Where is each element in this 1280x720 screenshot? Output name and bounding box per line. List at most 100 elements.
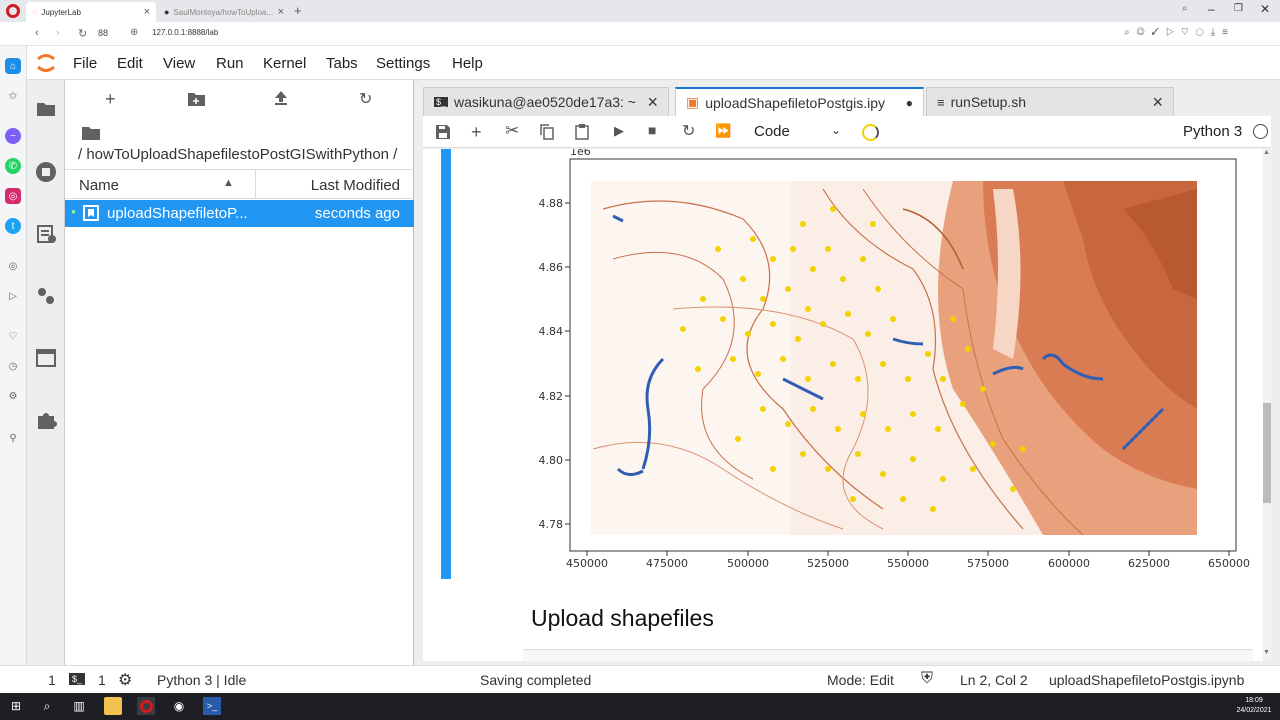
scrollbar[interactable]: ▲ ▼ [1263,149,1271,661]
mode-indicator[interactable]: Mode: Edit [827,672,894,688]
close-tab-icon[interactable]: × [144,6,150,18]
forward-icon[interactable]: › [56,27,60,39]
powershell-icon[interactable]: >_ [203,697,221,715]
new-folder-icon[interactable] [188,92,205,106]
copy-icon[interactable] [540,124,554,140]
kernel-gear-icon[interactable]: ⚙ [118,670,132,690]
paste-icon[interactable] [575,123,589,140]
search-tabs-icon[interactable]: ⌕ [1182,3,1188,14]
scrollbar-up-icon[interactable]: ▲ [1263,149,1270,156]
tab-terminal[interactable]: $_ wasikuna@ae0520de17a3: ~ × [423,87,669,116]
search-icon[interactable]: ⌕ [38,697,56,715]
url-field[interactable]: 127.0.0.1:8888/lab [152,28,218,37]
run-icon[interactable]: ▶ [614,123,624,139]
status-filename[interactable]: uploadShapefiletoPostgis.ipynb [1049,672,1244,688]
upload-icon[interactable] [274,90,288,106]
cut-icon[interactable]: ✂ [505,121,519,141]
opera-logo-icon[interactable] [6,4,20,18]
scrollbar-down-icon[interactable]: ▼ [1263,649,1270,656]
menu-tabs[interactable]: Tabs [326,55,358,72]
main-dock-panel: $_ wasikuna@ae0520de17a3: ~ × ▣ uploadSh… [414,80,1280,665]
close-tab-icon[interactable]: × [278,6,284,18]
home-folder-icon[interactable] [82,126,100,140]
browser-tab-github[interactable]: ● SaulMontoya/howToUploa... × [158,2,290,22]
speed-dial-icon[interactable]: ✩ [5,88,21,104]
browser-tab-jupyterlab[interactable]: ◌ JupyterLab × [26,2,156,22]
opera-sidebar: ⌂ ✩ ~ ✆ ◎ t ◎ ▷ ♡ ◷ ⚙ ⚲ ⋯ [0,46,27,692]
task-view-icon[interactable]: ▥ [70,697,88,715]
chevron-down-icon[interactable]: ⌄ [831,123,841,137]
terminal-count[interactable]: 1 [48,672,56,688]
x-tick-label: 525000 [807,557,849,570]
location-icon[interactable]: ⚲ [5,430,21,446]
next-cell[interactable] [523,649,1253,661]
send-icon[interactable]: ▷ [5,288,21,304]
terminal-icon: $_ [434,97,449,107]
minimize-button[interactable]: – [1208,2,1215,16]
save-icon[interactable] [436,125,450,139]
bookmarks-icon[interactable]: ♡ [5,328,21,344]
active-cell-indicator[interactable] [441,149,451,579]
menu-settings[interactable]: Settings [376,55,430,72]
terminal-status-icon[interactable]: $_ [69,673,86,685]
file-explorer-icon[interactable] [104,697,122,715]
messenger-icon[interactable]: ~ [5,128,21,144]
unsaved-dot-icon[interactable]: ● [906,96,913,110]
menu-edit[interactable]: Edit [117,55,143,72]
property-inspector-icon[interactable] [35,285,57,307]
tab-notebook[interactable]: ▣ uploadShapefiletoPostgis.ipy ● [675,87,924,116]
jupyter-logo-icon [37,54,55,72]
extensions-icons[interactable]: ⌕◎✓▷♡⬡⤓≡ [1124,27,1235,38]
windows-start-icon[interactable]: ⊞ [7,697,25,715]
close-tab-icon[interactable]: × [1152,92,1163,113]
scrollbar-thumb[interactable] [1263,403,1271,503]
column-name-header[interactable]: Name [79,177,119,194]
reload-icon[interactable]: ↻ [78,27,87,40]
extensions-icon[interactable] [35,409,57,431]
stop-icon[interactable]: ■ [648,122,656,138]
tabs-icon[interactable] [35,347,57,369]
x-tick-label: 475000 [646,557,688,570]
column-modified-header[interactable]: Last Modified [311,177,400,194]
obs-icon[interactable]: ◉ [170,697,188,715]
cursor-position[interactable]: Ln 2, Col 2 [960,672,1028,688]
breadcrumb-path[interactable]: / howToUploadShapefilestoPostGISwithPyth… [78,146,397,163]
home-icon[interactable]: ⌂ [5,58,21,74]
command-palette-icon[interactable] [35,223,57,245]
kernel-count[interactable]: 1 [98,672,106,688]
menu-run[interactable]: Run [216,55,244,72]
refresh-icon[interactable]: ↻ [359,89,372,109]
kernel-name[interactable]: Python 3 [1183,123,1242,140]
instagram-icon[interactable]: ◎ [5,188,21,204]
menu-kernel[interactable]: Kernel [263,55,306,72]
whatsapp-icon[interactable]: ✆ [5,158,21,174]
kernel-status-text[interactable]: Python 3 | Idle [157,672,246,688]
folder-icon[interactable] [35,98,57,120]
shield-icon[interactable]: ⛨ [921,670,933,688]
restart-icon[interactable]: ↻ [682,121,695,141]
close-window-button[interactable]: ✕ [1260,2,1270,16]
history-icon[interactable]: ◷ [5,358,21,374]
menu-help[interactable]: Help [452,55,483,72]
opera-taskbar-icon[interactable] [137,697,155,715]
running-sessions-icon[interactable] [35,161,57,183]
restart-run-all-icon[interactable]: ⏩ [715,123,731,139]
tab-count-badge[interactable]: 88 [98,28,108,38]
back-icon[interactable]: ‹ [35,27,39,39]
player-icon[interactable]: ◎ [5,258,21,274]
site-info-icon[interactable]: ⊕ [130,27,138,38]
new-tab-button[interactable]: + [294,3,302,18]
menu-view[interactable]: View [163,55,195,72]
new-launcher-button[interactable]: + [105,89,116,110]
menu-file[interactable]: File [73,55,97,72]
cell-type-dropdown[interactable]: Code [754,123,790,140]
maximize-button[interactable]: ❐ [1234,3,1243,14]
insert-cell-icon[interactable]: + [471,122,482,143]
settings-icon[interactable]: ⚙ [5,388,21,404]
close-tab-icon[interactable]: × [647,92,658,113]
tab-runsetup[interactable]: ≡ runSetup.sh × [926,87,1174,116]
sort-ascending-icon[interactable]: ▲ [223,177,234,189]
twitter-icon[interactable]: t [5,218,21,234]
clock[interactable]: 18:09 24/02/2021 [1230,696,1278,716]
file-row[interactable]: ● uploadShapefiletoP... seconds ago [65,200,414,227]
